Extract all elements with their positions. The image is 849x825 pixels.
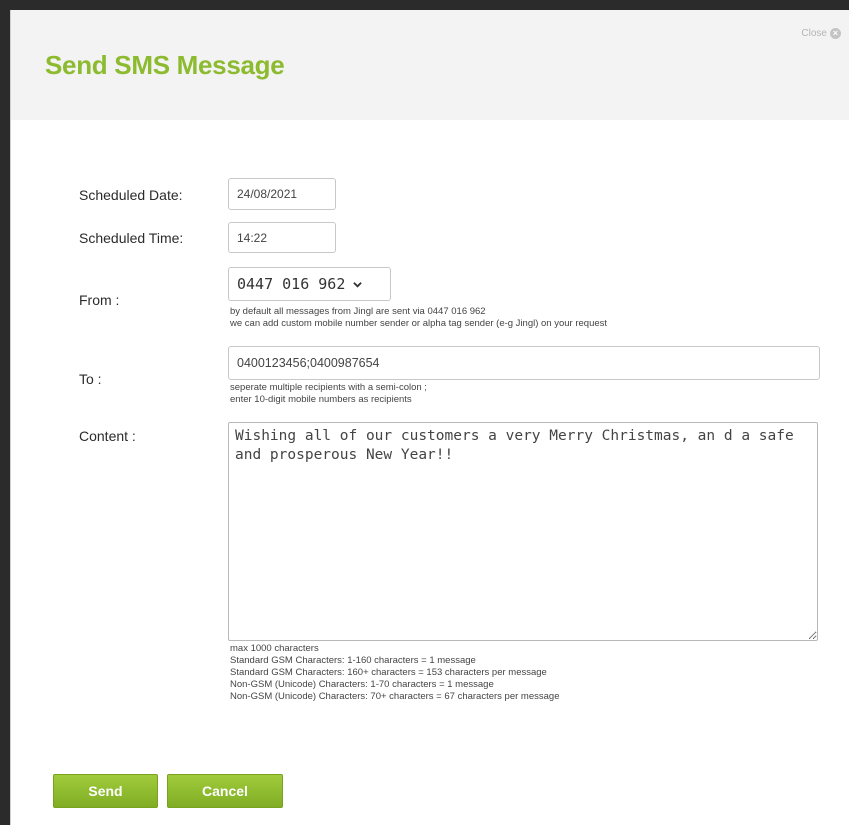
content-hint-4: Non-GSM (Unicode) Characters: 1-70 chara…: [230, 679, 494, 690]
from-hint-1: by default all messages from Jingl are s…: [230, 306, 486, 317]
scheduled-time-input[interactable]: [228, 222, 336, 253]
content-hint-5: Non-GSM (Unicode) Characters: 70+ charac…: [230, 691, 560, 702]
from-selected-value: 0447 016 962: [237, 275, 346, 293]
chevron-down-icon: [353, 281, 363, 288]
from-select[interactable]: 0447 016 962: [228, 267, 391, 301]
scheduled-date-input[interactable]: [228, 178, 336, 210]
to-hint-1: seperate multiple recipients with a semi…: [230, 382, 427, 393]
dialog-title: Send SMS Message: [45, 50, 285, 80]
app-frame: Send SMS Message Close × Scheduled Date:…: [0, 0, 849, 825]
scheduled-date-label: Scheduled Date:: [79, 187, 183, 203]
from-label: From :: [79, 292, 120, 308]
window-top-edge: [0, 0, 849, 10]
window-left-edge: [0, 0, 10, 825]
content-hint-1: max 1000 characters: [230, 643, 319, 654]
close-button[interactable]: Close ×: [801, 28, 841, 39]
close-label: Close: [801, 28, 827, 39]
to-label: To :: [79, 371, 102, 387]
dialog-header: Send SMS Message Close ×: [11, 10, 849, 120]
scheduled-time-label: Scheduled Time:: [79, 230, 184, 246]
to-input[interactable]: [228, 346, 820, 380]
send-button[interactable]: Send: [53, 774, 158, 808]
cancel-button[interactable]: Cancel: [167, 774, 283, 808]
to-hint-2: enter 10-digit mobile numbers as recipie…: [230, 394, 412, 405]
send-sms-dialog: Send SMS Message Close × Scheduled Date:…: [11, 10, 849, 825]
content-hint-3: Standard GSM Characters: 160+ characters…: [230, 667, 547, 678]
content-textarea[interactable]: Wishing all of our customers a very Merr…: [228, 422, 818, 641]
content-hint-2: Standard GSM Characters: 1-160 character…: [230, 655, 476, 666]
from-hint-2: we can add custom mobile number sender o…: [230, 318, 608, 329]
content-label: Content :: [79, 428, 136, 444]
close-icon: ×: [830, 28, 841, 39]
